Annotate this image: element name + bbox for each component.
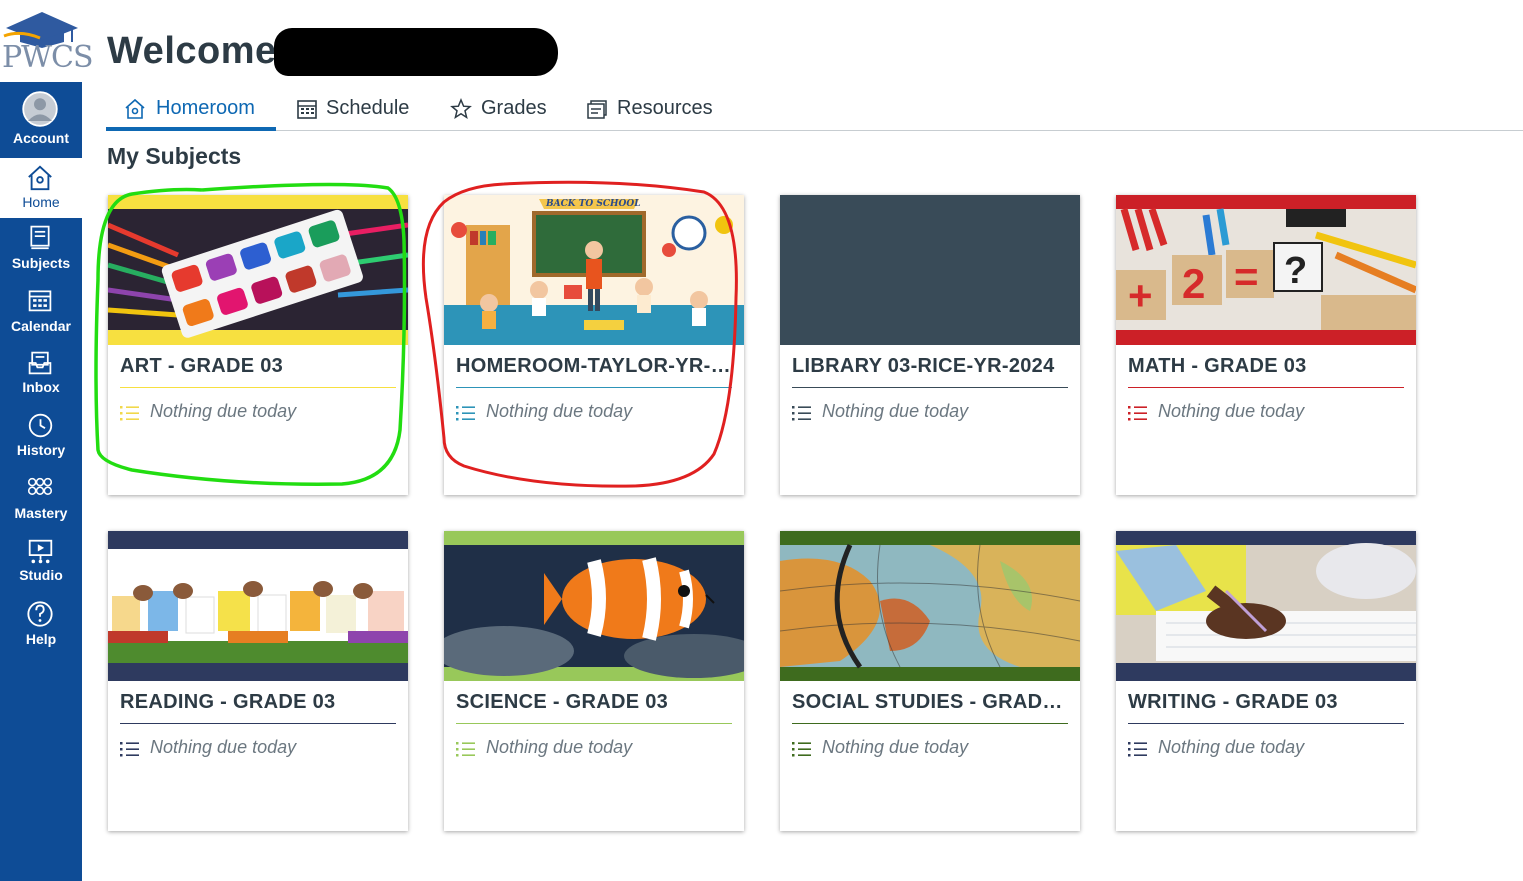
list-icon (120, 406, 139, 421)
card-hero-image (444, 531, 744, 681)
dashboard-tabs: Homeroom Schedule Grades Resources (106, 86, 1523, 131)
tab-grades[interactable]: Grades (450, 86, 560, 130)
nav-label: History (16, 442, 66, 458)
course-card-reading[interactable]: READING - GRADE 03 Nothing due today (108, 531, 408, 831)
help-icon (27, 601, 53, 627)
nav-label: Calendar (11, 318, 71, 334)
card-hero-image: BACK TO SCHOOL (444, 195, 744, 345)
nav-mastery[interactable]: Mastery (0, 474, 82, 536)
pwcs-logo[interactable]: PWCS (0, 0, 94, 82)
card-title[interactable]: HOMEROOM-TAYLOR-YR-2... (456, 355, 732, 378)
tab-label: Grades (481, 97, 547, 119)
svg-text:=: = (1234, 253, 1259, 300)
tab-label: Resources (617, 97, 713, 119)
card-title[interactable]: MATH - GRADE 03 (1128, 355, 1404, 378)
due-status: Nothing due today (822, 737, 969, 757)
card-divider (792, 387, 1068, 388)
nav-label: Home (22, 194, 60, 210)
list-icon (792, 406, 811, 421)
card-title[interactable]: SOCIAL STUDIES - GRADE 03 (792, 691, 1068, 714)
course-card-homeroom[interactable]: BACK TO SCHOOL HOMEROOM-TAYLOR-YR-2... N… (444, 195, 744, 495)
card-divider (792, 723, 1068, 724)
star-icon (450, 98, 472, 120)
course-card-science[interactable]: SCIENCE - GRADE 03 Nothing due today (444, 531, 744, 831)
card-hero-image: + 2 = ? (1116, 195, 1416, 345)
svg-text:2: 2 (1182, 260, 1205, 307)
nav-label: Help (25, 631, 57, 647)
nav-subjects[interactable]: Subjects (0, 222, 82, 284)
nav-studio[interactable]: Studio (0, 536, 82, 598)
home-icon (28, 165, 52, 191)
course-card-social-studies[interactable]: SOCIAL STUDIES - GRADE 03 Nothing due to… (780, 531, 1080, 831)
card-hero-color (780, 195, 1080, 345)
nav-help[interactable]: Help (0, 598, 82, 660)
due-status: Nothing due today (150, 737, 297, 757)
nav-label: Account (13, 130, 69, 146)
due-status: Nothing due today (486, 737, 633, 757)
inbox-icon (28, 351, 52, 375)
nav-label: Mastery (14, 505, 68, 521)
card-hero-image (1116, 531, 1416, 681)
mastery-icon (27, 477, 53, 495)
card-divider (120, 723, 396, 724)
calendar-icon (28, 290, 52, 312)
nav-label: Inbox (22, 379, 60, 395)
card-title[interactable]: LIBRARY 03-RICE-YR-2024 (792, 355, 1068, 378)
nav-home[interactable]: Home (0, 158, 82, 218)
card-hero-image (780, 531, 1080, 681)
nav-label: Subjects (11, 255, 71, 271)
due-status: Nothing due today (486, 401, 633, 421)
nav-history[interactable]: History (0, 410, 82, 472)
global-navigation: PWCS Account Home Subjects Calendar Inbo… (0, 0, 94, 881)
studio-icon (28, 539, 53, 564)
tab-label: Homeroom (156, 97, 255, 119)
course-card-library[interactable]: LIBRARY 03-RICE-YR-2024 Nothing due toda… (780, 195, 1080, 495)
back-to-school-banner: BACK TO SCHOOL (545, 199, 641, 209)
due-status: Nothing due today (1158, 401, 1305, 421)
redacted-name (274, 28, 558, 76)
account-icon (22, 91, 58, 127)
subjects-icon (30, 225, 50, 250)
nav-account[interactable]: Account (0, 88, 82, 150)
card-divider (1128, 723, 1404, 724)
resources-icon (587, 100, 607, 119)
card-title[interactable]: WRITING - GRADE 03 (1128, 691, 1404, 714)
list-icon (120, 742, 139, 757)
tab-label: Schedule (326, 97, 410, 119)
due-status: Nothing due today (822, 401, 969, 421)
list-icon (1128, 406, 1147, 421)
tab-schedule[interactable]: Schedule (296, 86, 426, 130)
svg-text:?: ? (1284, 250, 1307, 292)
tab-resources[interactable]: Resources (586, 86, 726, 130)
tab-homeroom[interactable]: Homeroom (106, 86, 276, 131)
list-icon (792, 742, 811, 757)
calendar-icon (297, 100, 317, 119)
card-title[interactable]: SCIENCE - GRADE 03 (456, 691, 732, 714)
list-icon (456, 742, 475, 757)
card-title[interactable]: ART - GRADE 03 (120, 355, 396, 378)
history-icon (28, 413, 53, 438)
nav-label: Studio (19, 567, 63, 583)
due-status: Nothing due today (1158, 737, 1305, 757)
home-icon (125, 98, 145, 119)
card-hero-image (108, 531, 408, 681)
card-divider (1128, 387, 1404, 388)
welcome-heading: Welcome, (107, 30, 288, 72)
nav-inbox[interactable]: Inbox (0, 348, 82, 410)
list-icon (1128, 742, 1147, 757)
course-card-art[interactable]: ART - GRADE 03 Nothing due today (108, 195, 408, 495)
list-icon (456, 406, 475, 421)
card-divider (456, 723, 732, 724)
course-card-math[interactable]: + 2 = ? MATH - GRADE 03 Nothing due toda… (1116, 195, 1416, 495)
logo-text: PWCS (2, 40, 94, 75)
nav-calendar[interactable]: Calendar (0, 285, 82, 347)
section-title: My Subjects (107, 143, 242, 169)
course-card-writing[interactable]: WRITING - GRADE 03 Nothing due today (1116, 531, 1416, 831)
due-status: Nothing due today (150, 401, 297, 421)
card-divider (456, 387, 732, 388)
card-title[interactable]: READING - GRADE 03 (120, 691, 396, 714)
card-divider (120, 387, 396, 388)
svg-text:+: + (1128, 272, 1153, 319)
card-hero-image (108, 195, 408, 345)
